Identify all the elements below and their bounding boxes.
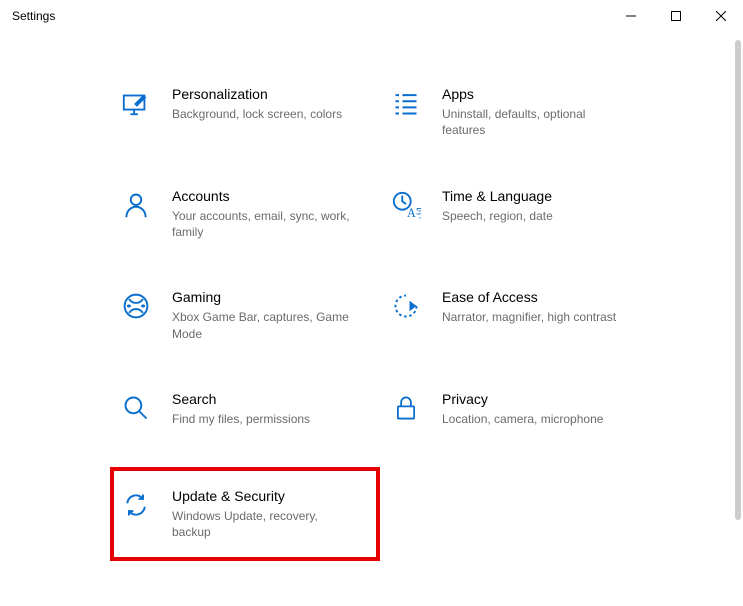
vertical-scrollbar[interactable] <box>735 40 741 520</box>
time-language-icon: A字 <box>390 189 422 221</box>
settings-item-apps[interactable]: Apps Uninstall, defaults, optional featu… <box>380 77 650 147</box>
item-title: Ease of Access <box>442 288 616 306</box>
minimize-icon <box>626 11 636 21</box>
personalization-icon <box>120 87 152 119</box>
close-icon <box>716 11 726 21</box>
item-title: Gaming <box>172 288 352 306</box>
settings-grid: Personalization Background, lock screen,… <box>0 77 743 561</box>
item-title: Accounts <box>172 187 352 205</box>
item-desc: Xbox Game Bar, captures, Game Mode <box>172 309 352 341</box>
privacy-icon <box>390 392 422 424</box>
ease-of-access-icon <box>390 290 422 322</box>
item-title: Personalization <box>172 85 342 103</box>
minimize-button[interactable] <box>608 0 653 32</box>
settings-item-gaming[interactable]: Gaming Xbox Game Bar, captures, Game Mod… <box>110 280 380 350</box>
apps-icon <box>390 87 422 119</box>
item-desc: Find my files, permissions <box>172 411 310 427</box>
accounts-icon <box>120 189 152 221</box>
settings-item-privacy[interactable]: Privacy Location, camera, microphone <box>380 382 650 435</box>
item-desc: Speech, region, date <box>442 208 553 224</box>
maximize-icon <box>671 11 681 21</box>
item-desc: Narrator, magnifier, high contrast <box>442 309 616 325</box>
item-desc: Windows Update, recovery, backup <box>172 508 352 540</box>
svg-text:A字: A字 <box>407 205 421 220</box>
item-title: Privacy <box>442 390 603 408</box>
settings-item-update-security[interactable]: Update & Security Windows Update, recove… <box>110 467 380 561</box>
search-icon <box>120 392 152 424</box>
update-security-icon <box>120 489 152 521</box>
settings-content: Personalization Background, lock screen,… <box>0 32 743 561</box>
settings-item-ease-of-access[interactable]: Ease of Access Narrator, magnifier, high… <box>380 280 650 350</box>
settings-item-personalization[interactable]: Personalization Background, lock screen,… <box>110 77 380 147</box>
window-controls <box>608 0 743 32</box>
item-title: Time & Language <box>442 187 553 205</box>
close-button[interactable] <box>698 0 743 32</box>
maximize-button[interactable] <box>653 0 698 32</box>
settings-item-time-language[interactable]: A字 Time & Language Speech, region, date <box>380 179 650 249</box>
window-title: Settings <box>12 9 55 23</box>
settings-item-search[interactable]: Search Find my files, permissions <box>110 382 380 435</box>
item-desc: Your accounts, email, sync, work, family <box>172 208 352 240</box>
item-title: Apps <box>442 85 622 103</box>
item-desc: Background, lock screen, colors <box>172 106 342 122</box>
item-desc: Uninstall, defaults, optional features <box>442 106 622 138</box>
item-title: Update & Security <box>172 487 352 505</box>
settings-item-accounts[interactable]: Accounts Your accounts, email, sync, wor… <box>110 179 380 249</box>
item-title: Search <box>172 390 310 408</box>
titlebar: Settings <box>0 0 743 32</box>
gaming-icon <box>120 290 152 322</box>
item-desc: Location, camera, microphone <box>442 411 603 427</box>
